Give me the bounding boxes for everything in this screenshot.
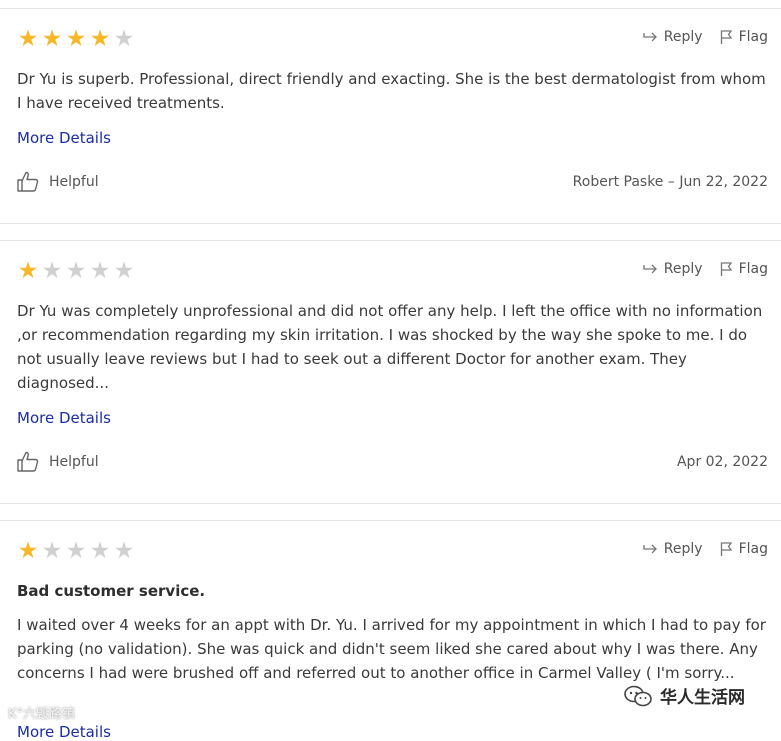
star-icon: ★ (41, 26, 63, 52)
reply-arrow-icon (643, 32, 657, 42)
star-rating: ★ ★ ★ ★ ★ (16, 538, 136, 564)
thumbs-up-icon (17, 171, 39, 192)
review-text: Dr Yu is superb. Professional, direct fr… (17, 70, 766, 112)
reply-button[interactable]: Reply (643, 261, 703, 277)
author-date: Robert Paske – Jun 22, 2022 (572, 174, 768, 190)
reply-label: Reply (663, 261, 703, 277)
flag-icon (720, 30, 732, 44)
flag-label: Flag (738, 541, 768, 557)
thumbs-up-icon (17, 451, 39, 472)
star-icon: ★ (65, 258, 87, 284)
reply-button[interactable]: Reply (643, 29, 703, 45)
flag-label: Flag (738, 29, 768, 45)
wechat-icon (624, 685, 652, 706)
star-icon: ★ (113, 538, 135, 564)
review-text: I waited over 4 weeks for an appt with D… (17, 616, 766, 682)
reply-label: Reply (663, 29, 703, 45)
star-rating: ★ ★ ★ ★ ★ (16, 258, 136, 284)
review-text: Dr Yu was completely unprofessional and … (17, 302, 763, 392)
more-details-link[interactable]: More Details (17, 129, 111, 147)
reply-button[interactable]: Reply (643, 541, 703, 557)
star-rating: ★ ★ ★ ★ ★ (16, 26, 136, 52)
star-icon: ★ (17, 258, 39, 284)
star-icon: ★ (65, 26, 87, 52)
more-details-link[interactable]: More Details (17, 409, 111, 427)
star-icon: ★ (41, 538, 63, 564)
watermark-right: 华人生活网 (624, 683, 745, 708)
star-icon: ★ (89, 258, 111, 284)
reply-arrow-icon (643, 264, 657, 274)
helpful-label: Helpful (49, 453, 99, 470)
author-date: Apr 02, 2022 (676, 454, 768, 470)
review-card: ★ ★ ★ ★ ★ Reply Flag Dr Yu is superb. Pr… (0, 8, 781, 224)
star-icon: ★ (17, 26, 39, 52)
watermark-right-text: 华人生活网 (660, 688, 745, 708)
helpful-button[interactable]: Helpful (17, 451, 99, 472)
star-icon: ★ (65, 538, 87, 564)
flag-button[interactable]: Flag (720, 541, 768, 557)
flag-button[interactable]: Flag (720, 29, 768, 45)
star-icon: ★ (17, 538, 39, 564)
flag-label: Flag (738, 261, 768, 277)
star-icon: ★ (89, 538, 111, 564)
star-icon: ★ (113, 258, 135, 284)
review-card: ★ ★ ★ ★ ★ Reply Flag Dr Yu was completel… (0, 240, 781, 504)
helpful-button[interactable]: Helpful (17, 171, 99, 192)
review-title: Bad customer service. (17, 582, 206, 600)
watermark-left: K°六毁路镇 (8, 707, 76, 722)
star-icon: ★ (89, 26, 111, 52)
helpful-label: Helpful (49, 173, 99, 190)
reply-arrow-icon (643, 544, 657, 554)
more-details-link[interactable]: More Details (17, 723, 111, 741)
flag-button[interactable]: Flag (720, 261, 768, 277)
flag-icon (720, 542, 732, 556)
star-icon: ★ (41, 258, 63, 284)
reply-label: Reply (663, 541, 703, 557)
star-icon: ★ (113, 26, 135, 52)
flag-icon (720, 262, 732, 276)
